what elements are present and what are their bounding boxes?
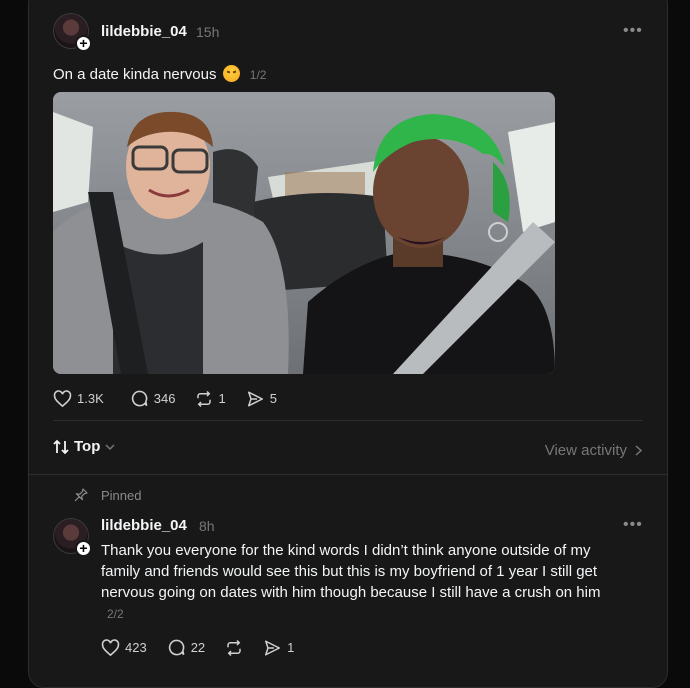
reply-more-options-icon[interactable]: ••• <box>623 516 643 534</box>
post-actions: 1.3K 346 1 5 <box>53 389 297 408</box>
reply-share-count: 1 <box>287 640 295 655</box>
post-text: On a date kinda nervous <box>53 66 217 83</box>
view-activity-link[interactable]: View activity <box>545 442 642 459</box>
nervous-face-emoji-icon <box>222 65 240 82</box>
send-icon <box>265 640 281 655</box>
post-page-indicator: 1/2 <box>249 68 267 82</box>
sort-dropdown[interactable]: Top <box>53 438 115 455</box>
chevron-right-icon <box>635 445 642 456</box>
car-selfie-illustration <box>53 92 555 374</box>
heart-icon <box>101 638 120 656</box>
reply-comment-button[interactable]: 22 <box>167 638 205 657</box>
post-username[interactable]: lildebbie_04 <box>101 23 187 40</box>
reply-like-count: 423 <box>125 640 147 655</box>
reply-avatar[interactable]: + <box>53 518 92 557</box>
like-button[interactable]: 1.3K <box>53 389 104 408</box>
divider <box>53 420 643 421</box>
reply-comment-count: 22 <box>190 640 206 655</box>
share-button[interactable]: 5 <box>246 390 277 408</box>
more-options-icon[interactable]: ••• <box>623 22 643 40</box>
repost-count: 1 <box>218 391 226 406</box>
follow-plus-icon[interactable]: + <box>75 540 92 557</box>
repost-icon <box>197 390 212 407</box>
reply-text: Thank you everyone for the kind words I … <box>101 542 601 601</box>
post-text-line: On a date kinda nervous 1/2 <box>53 65 266 83</box>
reply-text-block: Thank you everyone for the kind words I … <box>101 540 621 625</box>
like-count: 1.3K <box>77 391 104 406</box>
post-photo[interactable] <box>53 92 555 374</box>
pinned-label: Pinned <box>101 487 142 503</box>
pinned-indicator: Pinned <box>73 487 141 503</box>
repost-button[interactable]: 1 <box>195 390 226 408</box>
view-activity-label: View activity <box>544 442 627 459</box>
reply-username[interactable]: lildebbie_04 <box>101 517 187 534</box>
share-count: 5 <box>269 391 277 406</box>
reply-repost-button[interactable] <box>225 639 243 657</box>
divider <box>28 474 668 475</box>
chevron-down-icon <box>105 443 115 450</box>
avatar[interactable]: + <box>53 13 92 52</box>
post-time: 15h <box>196 24 220 40</box>
comment-button[interactable]: 346 <box>130 389 176 408</box>
follow-plus-icon[interactable]: + <box>75 35 92 52</box>
reply-like-button[interactable]: 423 <box>101 638 147 657</box>
pin-icon <box>74 488 88 502</box>
sort-label: Top <box>74 438 101 455</box>
reply-page-indicator: 2/2 <box>107 607 124 621</box>
comment-count: 346 <box>153 391 176 406</box>
comment-icon <box>131 390 148 407</box>
reply-actions: 423 22 1 <box>101 638 314 657</box>
reply-share-button[interactable]: 1 <box>263 639 294 657</box>
heart-icon <box>53 389 72 407</box>
comment-icon <box>168 639 185 656</box>
reply-time: 8h <box>199 518 215 534</box>
send-icon <box>247 391 263 406</box>
repost-icon <box>227 639 241 656</box>
sort-arrows-icon <box>53 439 69 454</box>
